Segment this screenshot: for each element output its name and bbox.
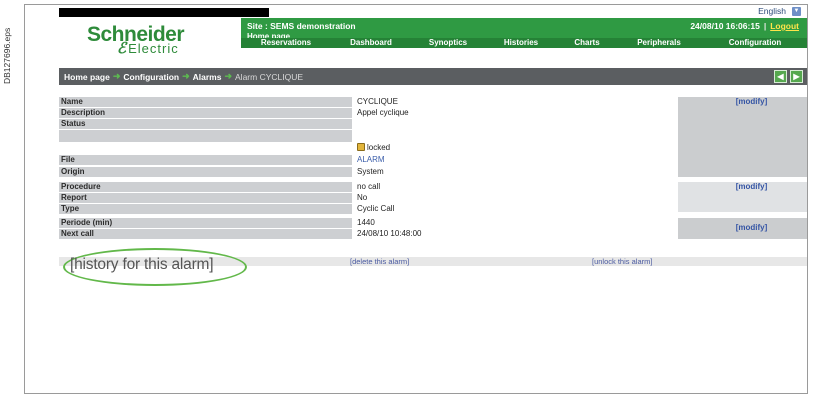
- row-label: Periode (min): [59, 218, 352, 228]
- detail-row-procedure: Procedure no call: [59, 182, 649, 192]
- breadcrumb: Home page ➜ Configuration ➜ Alarms ➜ Ala…: [59, 68, 807, 85]
- header-separator: |: [763, 21, 767, 31]
- row-value: [357, 119, 647, 129]
- back-button[interactable]: ◀: [774, 70, 787, 83]
- arrow-right-icon: ➜: [224, 71, 233, 81]
- row-value: 1440: [357, 218, 375, 227]
- forward-button[interactable]: ▶: [790, 70, 803, 83]
- row-label: Report: [59, 193, 352, 203]
- lock-icon: [357, 143, 365, 151]
- modify-link[interactable]: [modify]: [678, 218, 807, 232]
- arrow-right-icon: ➜: [182, 71, 190, 81]
- history-alarm-link[interactable]: [history for this alarm]: [70, 256, 214, 274]
- row-label: Status: [59, 119, 352, 129]
- modify-panel-schedule: [modify]: [678, 218, 807, 239]
- top-strip: English ▼: [25, 5, 807, 17]
- row-value: System: [357, 167, 384, 176]
- row-label: Procedure: [59, 182, 352, 192]
- detail-row-file: File ALARM: [59, 155, 649, 165]
- arrow-right-icon: ➜: [112, 71, 121, 81]
- nav-histories[interactable]: Histories: [485, 38, 557, 48]
- main-nav: Reservations Dashboard Synoptics Histori…: [241, 38, 807, 48]
- modify-panel-procedure: [modify]: [678, 182, 807, 212]
- schneider-logo: Schneider ℰ Electric: [87, 24, 237, 57]
- datetime-label: 24/08/10 16:06:15: [690, 21, 760, 31]
- detail-row-period: Periode (min) 1440: [59, 218, 649, 228]
- language-label: English: [758, 6, 786, 16]
- chevron-down-icon[interactable]: ▼: [792, 6, 801, 16]
- breadcrumb-home[interactable]: Home page: [64, 72, 110, 82]
- row-value: Appel cyclique: [357, 108, 409, 117]
- breadcrumb-current: Alarm CYCLIQUE: [235, 71, 304, 82]
- figure-code: DB127696.eps: [2, 27, 12, 84]
- logout-link[interactable]: Logout: [770, 21, 799, 31]
- breadcrumb-configuration[interactable]: Configuration: [123, 72, 179, 82]
- detail-row-next-call: Next call 24/08/10 10:48:00: [59, 229, 649, 239]
- delete-alarm-link[interactable]: [delete this alarm]: [350, 257, 409, 266]
- modify-link[interactable]: [modify]: [678, 182, 807, 191]
- language-select[interactable]: English ▼: [758, 6, 801, 16]
- row-label: Origin: [59, 167, 352, 177]
- row-value: CYCLIQUE: [357, 97, 398, 106]
- row-value: 24/08/10 10:48:00: [357, 229, 422, 238]
- detail-row-locked: locked: [59, 143, 649, 153]
- nav-dashboard[interactable]: Dashboard: [331, 38, 411, 48]
- breadcrumb-trail: Home page ➜ Configuration ➜ Alarms ➜ Ala…: [64, 71, 303, 82]
- detail-row-description: Description Appel cyclique: [59, 108, 649, 118]
- logo-wordmark-bottom: ℰ Electric: [117, 40, 179, 57]
- locked-label: locked: [367, 143, 391, 152]
- row-value: Cyclic Call: [357, 204, 395, 213]
- nav-peripherals[interactable]: Peripherals: [617, 38, 701, 48]
- detail-row-status-spacer: [59, 130, 649, 142]
- row-label: Description: [59, 108, 352, 118]
- row-label: [59, 130, 352, 142]
- row-label: Name: [59, 97, 352, 107]
- detail-row-status: Status: [59, 119, 649, 129]
- modify-link[interactable]: [modify]: [678, 97, 807, 106]
- modify-panel-general: [modify]: [678, 97, 807, 177]
- breadcrumb-alarms[interactable]: Alarms: [193, 72, 222, 82]
- nav-charts[interactable]: Charts: [557, 38, 617, 48]
- row-label: Type: [59, 204, 352, 214]
- row-label: Next call: [59, 229, 352, 239]
- header-status: 24/08/10 16:06:15 | Logout: [690, 21, 799, 31]
- row-label: File: [59, 155, 352, 165]
- breadcrumb-buttons: ◀ ▶: [774, 70, 803, 83]
- browser-page: English ▼ Schneider ℰ Electric Site : SEM…: [24, 4, 808, 394]
- row-value: No: [357, 193, 368, 202]
- detail-row-name: Name CYCLIQUE: [59, 97, 649, 107]
- nav-reservations[interactable]: Reservations: [241, 38, 331, 48]
- detail-row-type: Type Cyclic Call: [59, 204, 649, 214]
- file-link[interactable]: ALARM: [357, 155, 647, 165]
- row-value: locked: [357, 143, 647, 153]
- row-value: no call: [357, 182, 381, 191]
- detail-row-origin: Origin System: [59, 167, 649, 177]
- logo-leaf-icon: ℰ: [117, 40, 128, 57]
- nav-configuration[interactable]: Configuration: [701, 38, 807, 48]
- detail-row-report: Report No: [59, 193, 649, 203]
- unlock-alarm-link[interactable]: [unlock this alarm]: [592, 257, 652, 266]
- top-black-bar: [59, 8, 269, 17]
- nav-synoptics[interactable]: Synoptics: [411, 38, 485, 48]
- site-title: Site : SEMS demonstration: [247, 21, 356, 31]
